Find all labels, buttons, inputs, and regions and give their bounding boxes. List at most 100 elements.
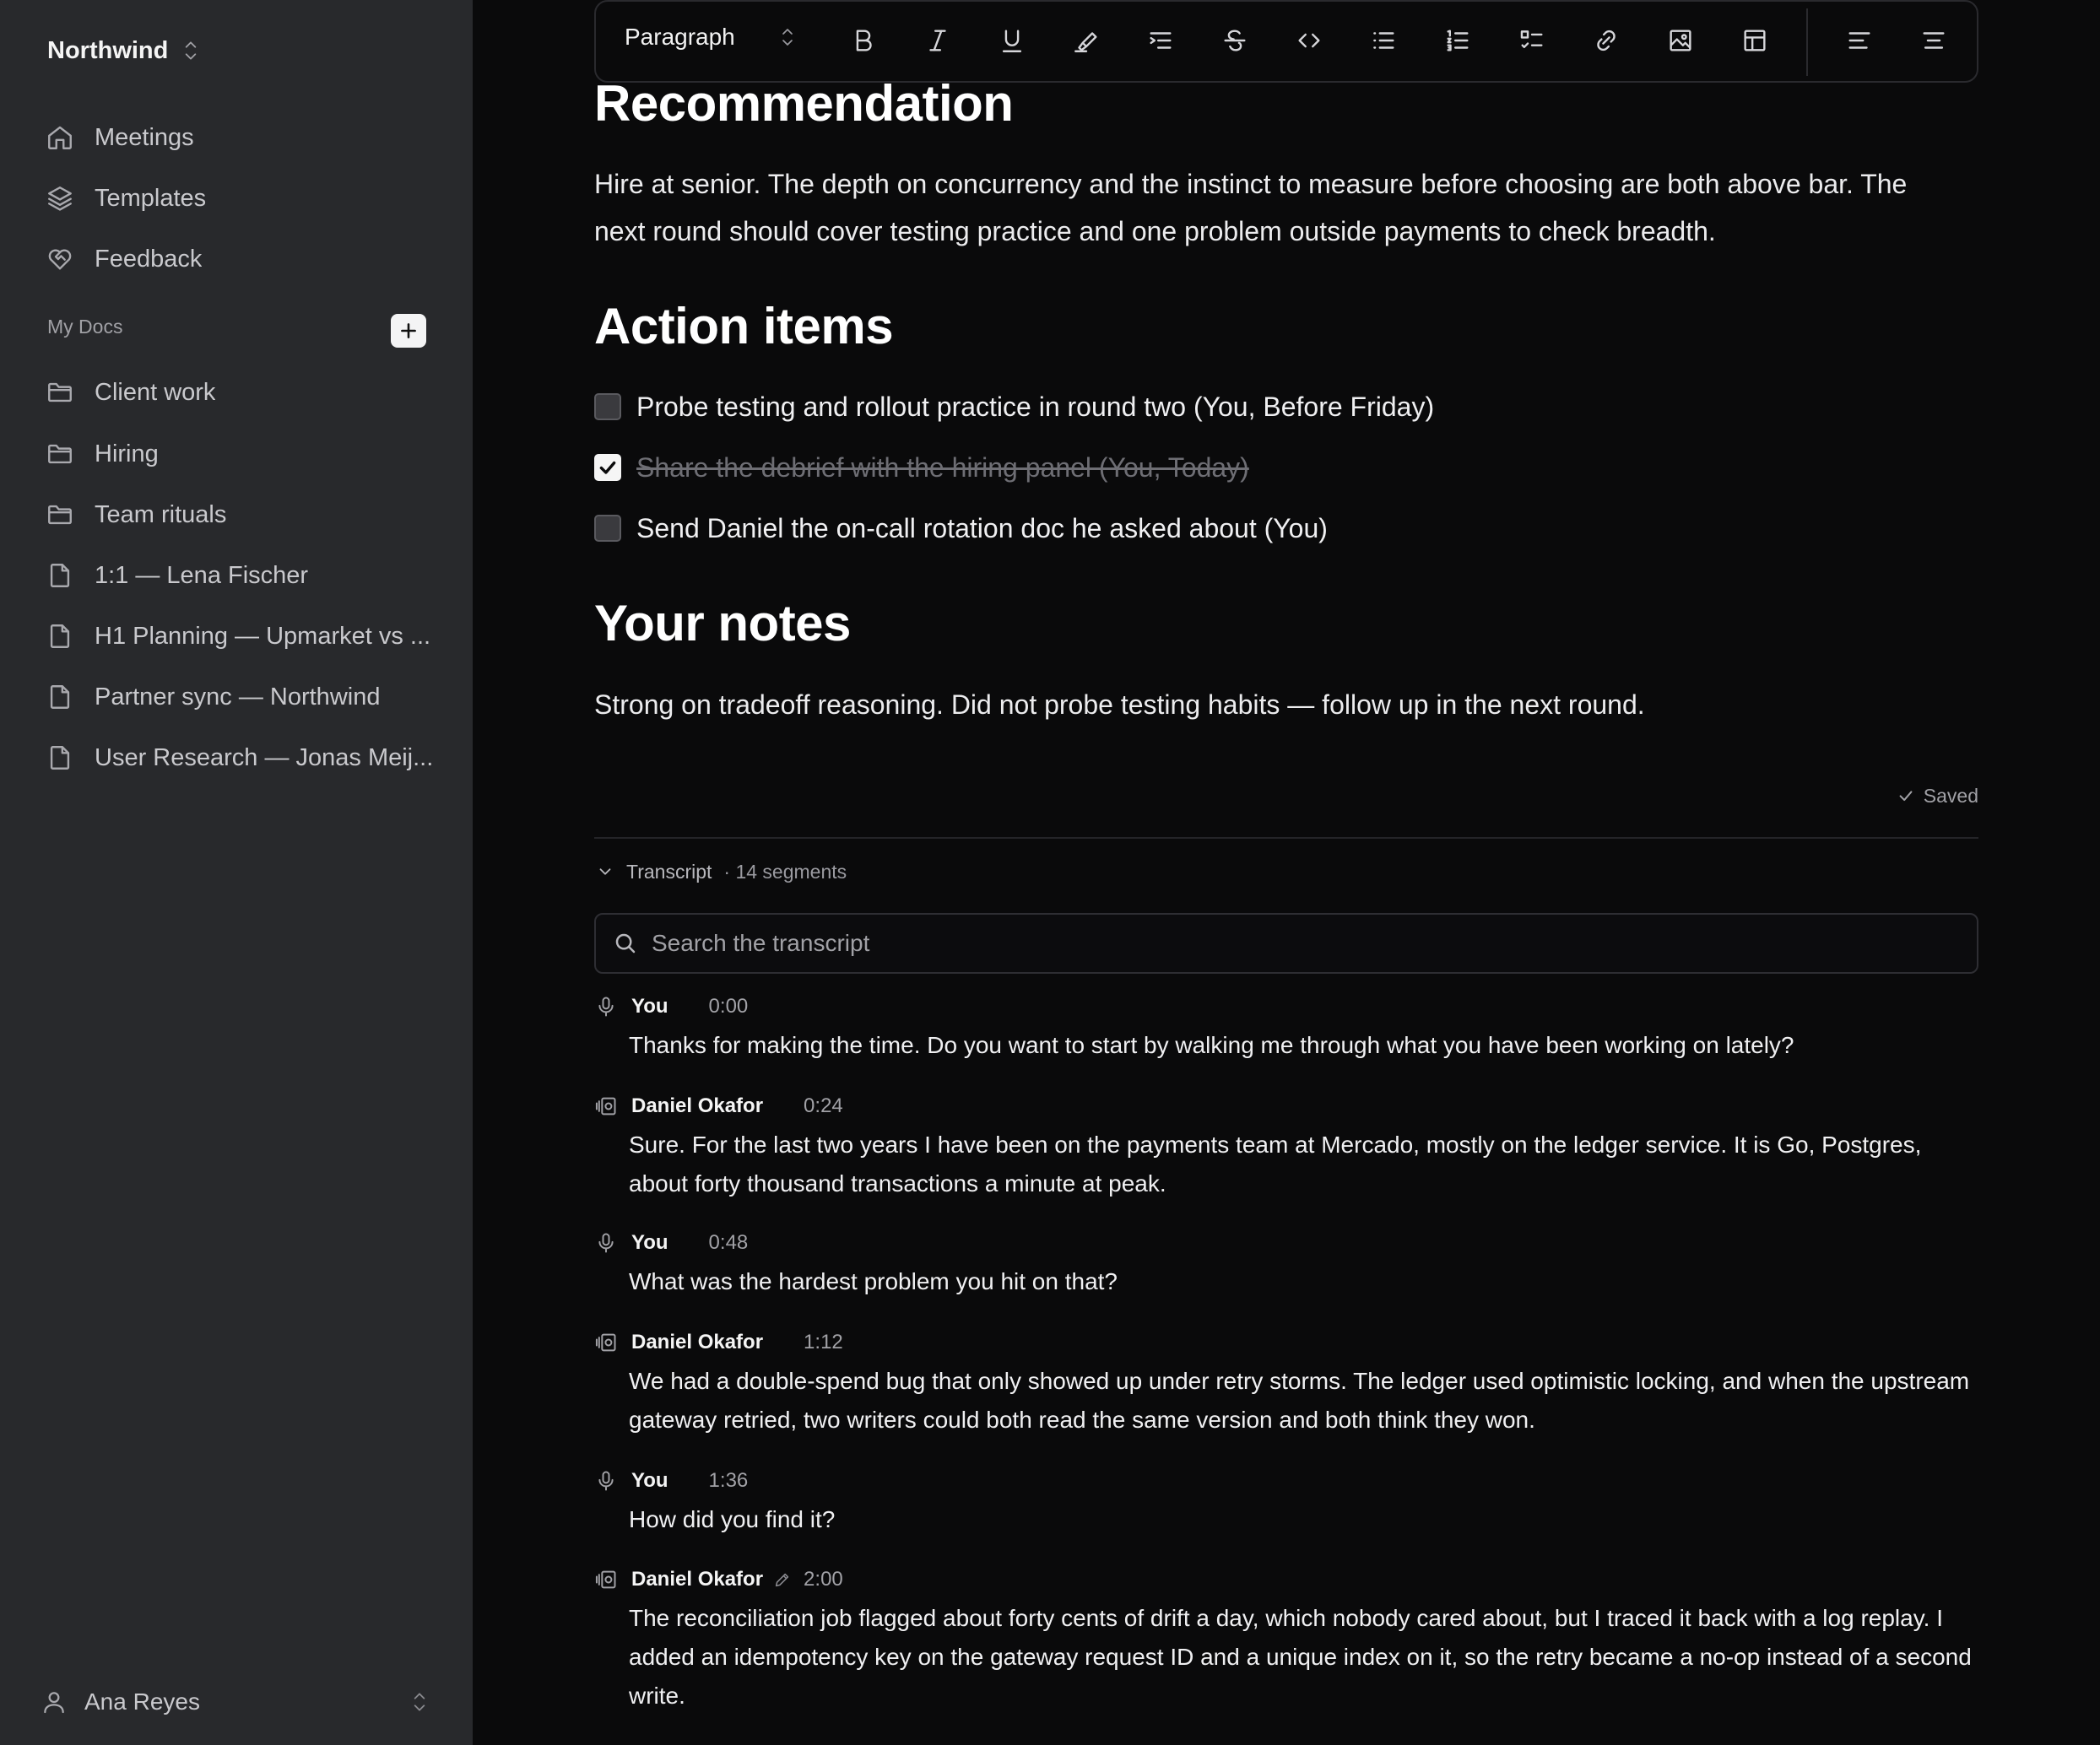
strikethrough-icon[interactable] [1220,26,1249,55]
folder-icon [48,382,72,402]
task-checkbox[interactable] [594,454,621,481]
pencil-icon[interactable] [773,1570,792,1589]
task-label: Probe testing and rollout practice in ro… [636,391,1435,422]
search-icon [615,933,636,954]
timestamp[interactable]: 2:00 [804,1568,843,1591]
doc-item-1-1-lena-fischer[interactable]: 1:1 — Lena Fischer [46,552,434,599]
segment-text: Thanks for making the time. Do you want … [629,1032,1794,1058]
link-icon[interactable] [1592,26,1621,55]
your-notes-heading: Your notes [594,595,851,651]
indent-icon[interactable] [1146,26,1175,55]
doc-item-label: H1 Planning — Upmarket vs ... [95,622,431,650]
segment-text: The reconciliation job flagged about for… [629,1605,1972,1709]
notes-text: Strong on tradeoff reasoning. Did not pr… [594,689,1645,720]
bullet-list-icon[interactable] [1369,26,1398,55]
speaker-name: Daniel Okafor [631,1568,764,1591]
doc-item-h1-planning[interactable]: H1 Planning — Upmarket vs ... [46,613,434,660]
workspace-switcher[interactable]: Northwind [47,32,200,69]
timestamp[interactable]: 1:12 [804,1331,843,1354]
timestamp[interactable]: 0:48 [709,1231,749,1255]
file-icon [50,624,70,648]
saved-status: Saved [1891,781,1978,810]
transcript-label: Transcript [626,860,712,883]
doc-item-client-work[interactable]: Client work [46,369,434,416]
task-label: Share the debrief with the hiring panel … [636,451,1249,483]
speaker-icon [595,1333,616,1352]
task-checkbox[interactable] [594,515,621,542]
action-item: Probe testing and rollout practice in ro… [594,390,1434,424]
user-name: Ana Reyes [84,1688,200,1715]
checklist-icon[interactable] [1518,26,1546,55]
action-item: Share the debrief with the hiring panel … [594,451,1249,484]
sidebar-item-label: Templates [95,184,207,212]
add-doc-button[interactable] [391,314,426,348]
doc-item-label: 1:1 — Lena Fischer [95,561,309,589]
doc-item-user-research[interactable]: User Research — Jonas Meij... [46,734,434,781]
folder-icon [48,505,72,525]
speaker-name: You [631,1231,668,1254]
file-icon [50,685,70,709]
action-item: Send Daniel the on-call rotation doc he … [594,511,1328,545]
timestamp[interactable]: 0:00 [709,995,749,1018]
numbered-list-icon[interactable] [1443,26,1472,55]
microphone-icon [598,1233,614,1253]
speaker-name: You [631,995,668,1018]
italic-icon[interactable] [923,26,952,55]
task-checkbox[interactable] [594,393,621,420]
chevron-down-icon [599,868,611,875]
chevron-up-down-icon [414,1693,425,1711]
doc-item-label: Team rituals [95,500,227,528]
timestamp[interactable]: 0:24 [804,1094,843,1118]
bold-icon[interactable] [849,26,878,55]
transcript-segment: Daniel Okafor 0:24 Sure. For the last tw… [594,1092,1978,1203]
action-items-heading: Action items [594,298,894,354]
workspace-name: Northwind [47,36,169,64]
heart-handshake-icon [48,249,72,270]
search-input[interactable] [652,930,1918,957]
segment-text: We had a double-spend bug that only show… [629,1368,1970,1433]
speaker-name: Daniel Okafor [631,1331,764,1353]
doc-item-hiring[interactable]: Hiring [46,430,434,478]
folder-icon [48,444,72,464]
timestamp[interactable]: 1:36 [709,1469,749,1493]
divider [594,837,1978,839]
doc-item-team-rituals[interactable]: Team rituals [46,491,434,538]
doc-item-label: Hiring [95,440,159,467]
sidebar-item-feedback[interactable]: Feedback [46,235,434,283]
microphone-icon [598,1471,614,1491]
sidebar-item-meetings[interactable]: Meetings [46,114,434,161]
chevron-up-down-icon [186,41,197,60]
block-type-select[interactable]: Paragraph [625,24,796,51]
align-center-icon[interactable] [1919,26,1948,55]
file-icon [50,746,70,770]
align-left-icon[interactable] [1845,26,1874,55]
speaker-name: You [631,1469,668,1492]
image-icon[interactable] [1666,26,1695,55]
highlight-icon[interactable] [1072,26,1101,55]
user-menu[interactable]: Ana Reyes [41,1683,429,1721]
doc-item-label: User Research — Jonas Meij... [95,743,434,771]
speaker-name: Daniel Okafor [631,1094,764,1117]
doc-item-label: Client work [95,378,216,406]
sidebar-item-label: Meetings [95,123,194,151]
microphone-icon [598,997,614,1017]
transcript-segment: You 1:36 How did you find it? [594,1467,1978,1539]
segment-text: Sure. For the last two years I have been… [629,1132,1922,1197]
doc-item-label: Partner sync — Northwind [95,683,381,710]
sidebar-item-templates[interactable]: Templates [46,175,434,222]
code-icon[interactable] [1295,26,1323,55]
transcript-toggle[interactable]: Transcript · 14 segments [596,857,847,886]
saved-label: Saved [1923,784,1978,807]
sidebar: Northwind Meetings Templates Feedback My… [0,0,473,1745]
layers-icon [48,186,72,211]
sidebar-item-label: Feedback [95,245,203,273]
transcript-segment: You 0:00 Thanks for making the time. Do … [594,992,1978,1065]
chevron-up-down-icon [782,29,793,46]
recommendation-text: Hire at senior. The depth on concurrency… [594,169,1908,246]
check-icon [599,461,616,474]
transcript-search [594,913,1978,974]
my-docs-heading: My Docs [47,316,123,338]
underline-icon[interactable] [998,26,1026,55]
table-icon[interactable] [1740,26,1769,55]
doc-item-partner-sync[interactable]: Partner sync — Northwind [46,673,434,721]
